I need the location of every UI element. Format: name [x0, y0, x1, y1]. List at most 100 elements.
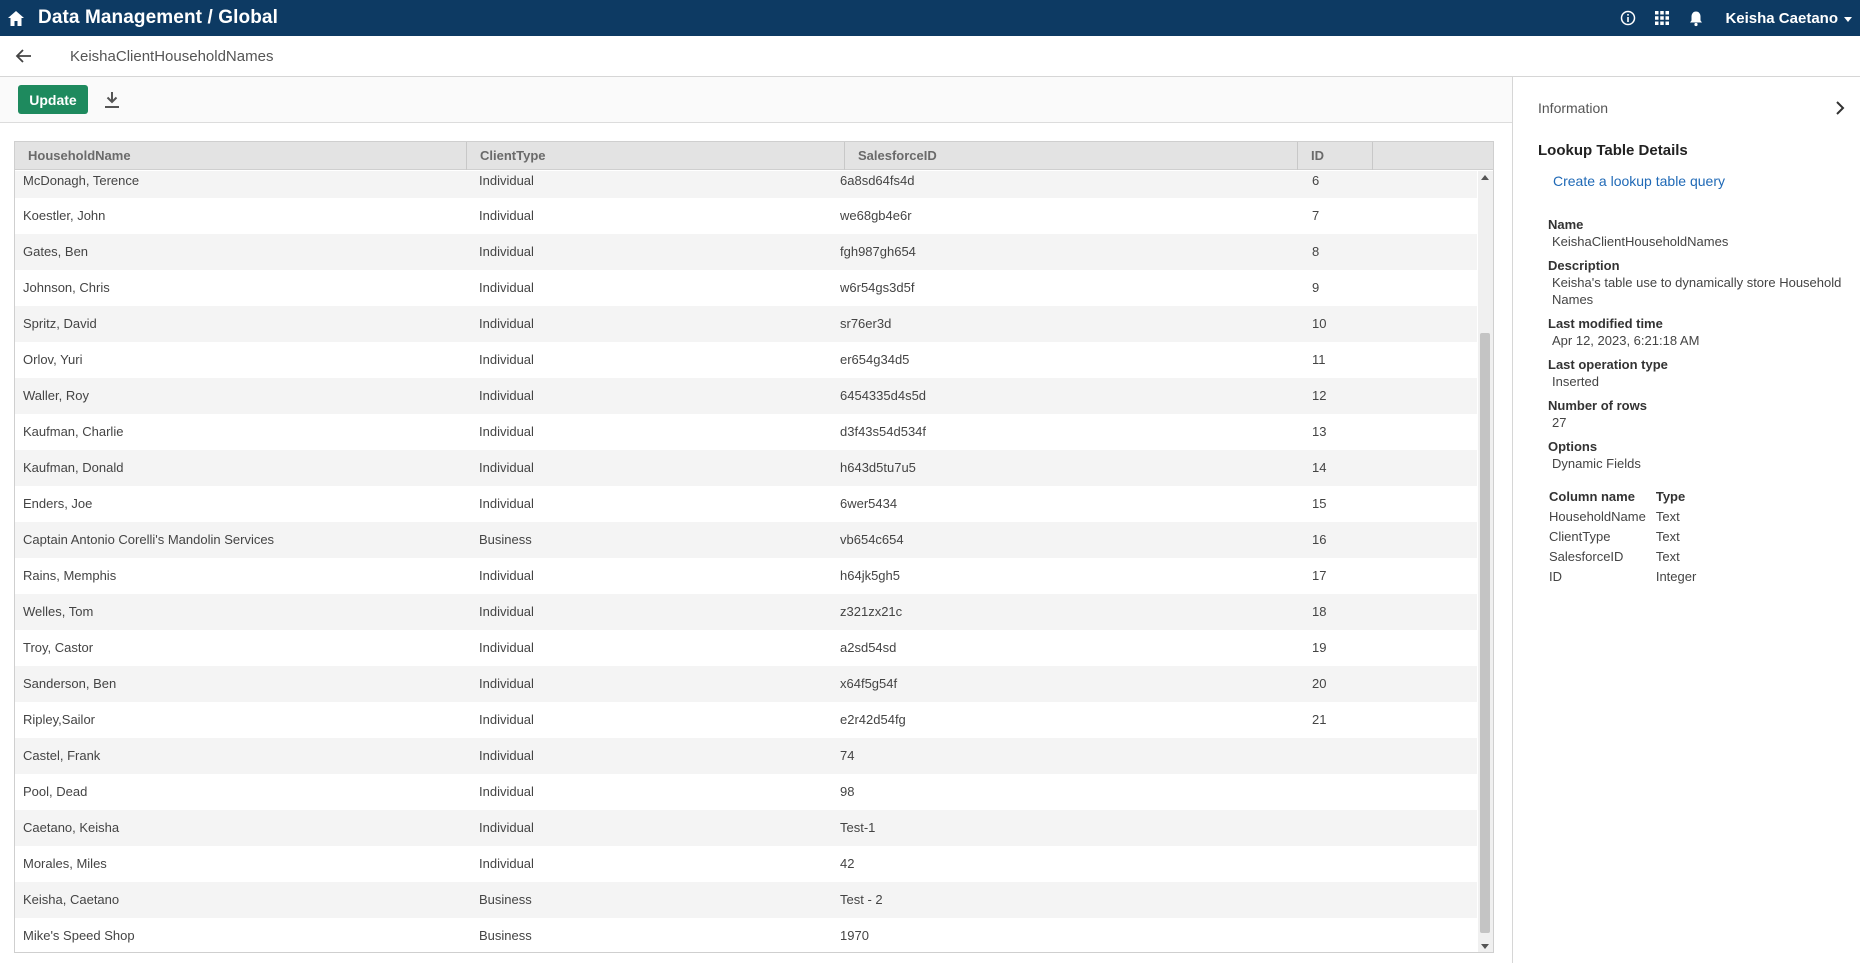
- table-row[interactable]: Gates, Ben Individual fgh987gh654 8: [15, 234, 1477, 270]
- user-menu[interactable]: Keisha Caetano: [1725, 10, 1852, 27]
- cell-clienttype: Individual: [479, 352, 534, 367]
- cell-clienttype: Individual: [479, 316, 534, 331]
- cell-salesforceid: 74: [840, 748, 855, 763]
- information-label: Information: [1538, 100, 1609, 116]
- cell-id: 6: [1312, 173, 1320, 188]
- table-row[interactable]: Mike's Speed Shop Business 1970: [15, 918, 1477, 952]
- information-header[interactable]: Information: [1513, 77, 1860, 139]
- cell-householdname: Gates, Ben: [23, 244, 89, 259]
- back-arrow-icon[interactable]: [12, 44, 36, 68]
- download-icon[interactable]: [102, 89, 122, 111]
- cell-salesforceid: w6r54gs3d5f: [840, 280, 915, 295]
- column-header-householdname[interactable]: HouseholdName: [15, 142, 467, 170]
- cell-householdname: Rains, Memphis: [23, 568, 117, 583]
- table-row[interactable]: Keisha, Caetano Business Test - 2: [15, 882, 1477, 918]
- table-row[interactable]: Ripley,Sailor Individual e2r42d54fg 21: [15, 702, 1477, 738]
- cell-clienttype: Business: [479, 928, 532, 943]
- vertical-scrollbar[interactable]: [1478, 171, 1493, 952]
- cell-householdname: Enders, Joe: [23, 496, 93, 511]
- detail-label: Name: [1548, 217, 1584, 232]
- table-row[interactable]: Troy, Castor Individual a2sd54sd 19: [15, 630, 1477, 666]
- column-type-cell: Integer: [1655, 568, 1697, 584]
- table-row[interactable]: Kaufman, Charlie Individual d3f43s54d534f 1…: [15, 414, 1477, 450]
- top-bar-actions: Keisha Caetano: [1605, 0, 1860, 36]
- cell-clienttype: Individual: [479, 604, 534, 619]
- detail-value: Keisha's table use to dynamically store …: [1552, 275, 1842, 307]
- cell-salesforceid: er654g34d5: [840, 352, 910, 367]
- details-list: Name KeishaClientHouseholdNames Descriptio…: [1548, 209, 1853, 472]
- scroll-up-arrow-icon[interactable]: [1481, 175, 1489, 180]
- scroll-thumb[interactable]: [1480, 333, 1490, 933]
- detail-value: 27: [1552, 415, 1567, 430]
- cell-salesforceid: 98: [840, 784, 855, 799]
- apps-grid-icon[interactable]: [1651, 7, 1673, 29]
- cell-clienttype: Individual: [479, 820, 534, 835]
- cell-salesforceid: 1970: [840, 928, 869, 943]
- column-type-table: Column name Type HouseholdName Text Client…: [1549, 486, 1706, 586]
- update-button[interactable]: Update: [18, 85, 88, 114]
- grid-body: McDonagh, Terence Individual 6a8sd64fs4d 6 K…: [15, 171, 1477, 952]
- cell-clienttype: Individual: [479, 676, 534, 691]
- column-type-row: ID Integer: [1549, 566, 1706, 586]
- column-type-row: SalesforceID Text: [1549, 546, 1706, 566]
- table-row[interactable]: Caetano, Keisha Individual Test-1: [15, 810, 1477, 846]
- table-row[interactable]: Castel, Frank Individual 74: [15, 738, 1477, 774]
- table-row[interactable]: Morales, Miles Individual 42: [15, 846, 1477, 882]
- cell-clienttype: Individual: [479, 208, 534, 223]
- grid-header: HouseholdName ClientType SalesforceID ID: [15, 142, 1493, 170]
- cell-id: 9: [1312, 280, 1320, 295]
- data-grid: HouseholdName ClientType SalesforceID ID…: [14, 141, 1494, 953]
- cell-householdname: Pool, Dead: [23, 784, 88, 799]
- cell-householdname: Johnson, Chris: [23, 280, 110, 295]
- cell-id: 11: [1312, 352, 1326, 367]
- detail-label: Description: [1548, 258, 1620, 273]
- cell-householdname: Troy, Castor: [23, 640, 94, 655]
- cell-householdname: Keisha, Caetano: [23, 892, 120, 907]
- chevron-down-icon: [1844, 16, 1852, 22]
- detail-value: KeishaClientHouseholdNames: [1552, 234, 1729, 249]
- table-row[interactable]: Captain Antonio Corelli's Mandolin Servi…: [15, 522, 1477, 558]
- table-row[interactable]: Kaufman, Donald Individual h643d5tu7u5 14: [15, 450, 1477, 486]
- cell-clienttype: Individual: [479, 424, 534, 439]
- cell-clienttype: Individual: [479, 496, 534, 511]
- detail-value: Dynamic Fields: [1552, 456, 1641, 471]
- table-row[interactable]: Orlov, Yuri Individual er654g34d5 11: [15, 342, 1477, 378]
- cell-salesforceid: 42: [840, 856, 855, 871]
- table-row[interactable]: Waller, Roy Individual 6454335d4s5d 12: [15, 378, 1477, 414]
- type-header: Type: [1655, 488, 1686, 504]
- create-query-link[interactable]: Create a lookup table query: [1553, 173, 1725, 189]
- home-icon[interactable]: [6, 8, 26, 28]
- cell-salesforceid: h64jk5gh5: [840, 568, 900, 583]
- table-row[interactable]: Sanderson, Ben Individual x64f5g54f 20: [15, 666, 1477, 702]
- chevron-right-icon[interactable]: [1832, 100, 1848, 116]
- cell-id: 13: [1312, 424, 1327, 439]
- cell-id: 21: [1312, 712, 1327, 727]
- info-icon[interactable]: [1617, 7, 1639, 29]
- bell-icon[interactable]: [1685, 7, 1707, 29]
- table-row[interactable]: Rains, Memphis Individual h64jk5gh5 17: [15, 558, 1477, 594]
- cell-clienttype: Individual: [479, 784, 534, 799]
- table-row[interactable]: Spritz, David Individual sr76er3d 10: [15, 306, 1477, 342]
- column-header-clienttype[interactable]: ClientType: [467, 142, 845, 170]
- table-row[interactable]: Johnson, Chris Individual w6r54gs3d5f 9: [15, 270, 1477, 306]
- table-row[interactable]: McDonagh, Terence Individual 6a8sd64fs4d 6: [15, 171, 1477, 198]
- scroll-down-arrow-icon[interactable]: [1481, 944, 1489, 949]
- column-type-cell: Text: [1655, 548, 1680, 564]
- app-title: Data Management / Global: [38, 7, 278, 28]
- table-row[interactable]: Koestler, John Individual we68gb4e6r 7: [15, 198, 1477, 234]
- column-type-cell: Text: [1655, 528, 1680, 544]
- column-type-row: HouseholdName Text: [1549, 506, 1706, 526]
- cell-householdname: Morales, Miles: [23, 856, 107, 871]
- table-row[interactable]: Pool, Dead Individual 98: [15, 774, 1477, 810]
- cell-clienttype: Individual: [479, 388, 534, 403]
- toolbar: Update: [0, 77, 1512, 123]
- cell-clienttype: Individual: [479, 280, 534, 295]
- table-row[interactable]: Welles, Tom Individual z321zx21c 18: [15, 594, 1477, 630]
- column-header-id[interactable]: ID: [1298, 142, 1373, 170]
- user-name: Keisha Caetano: [1725, 9, 1838, 27]
- lookup-table-title: KeishaClientHouseholdNames: [70, 47, 274, 65]
- column-header-salesforceid[interactable]: SalesforceID: [845, 142, 1298, 170]
- cell-householdname: Sanderson, Ben: [23, 676, 117, 691]
- cell-clienttype: Individual: [479, 173, 534, 188]
- table-row[interactable]: Enders, Joe Individual 6wer5434 15: [15, 486, 1477, 522]
